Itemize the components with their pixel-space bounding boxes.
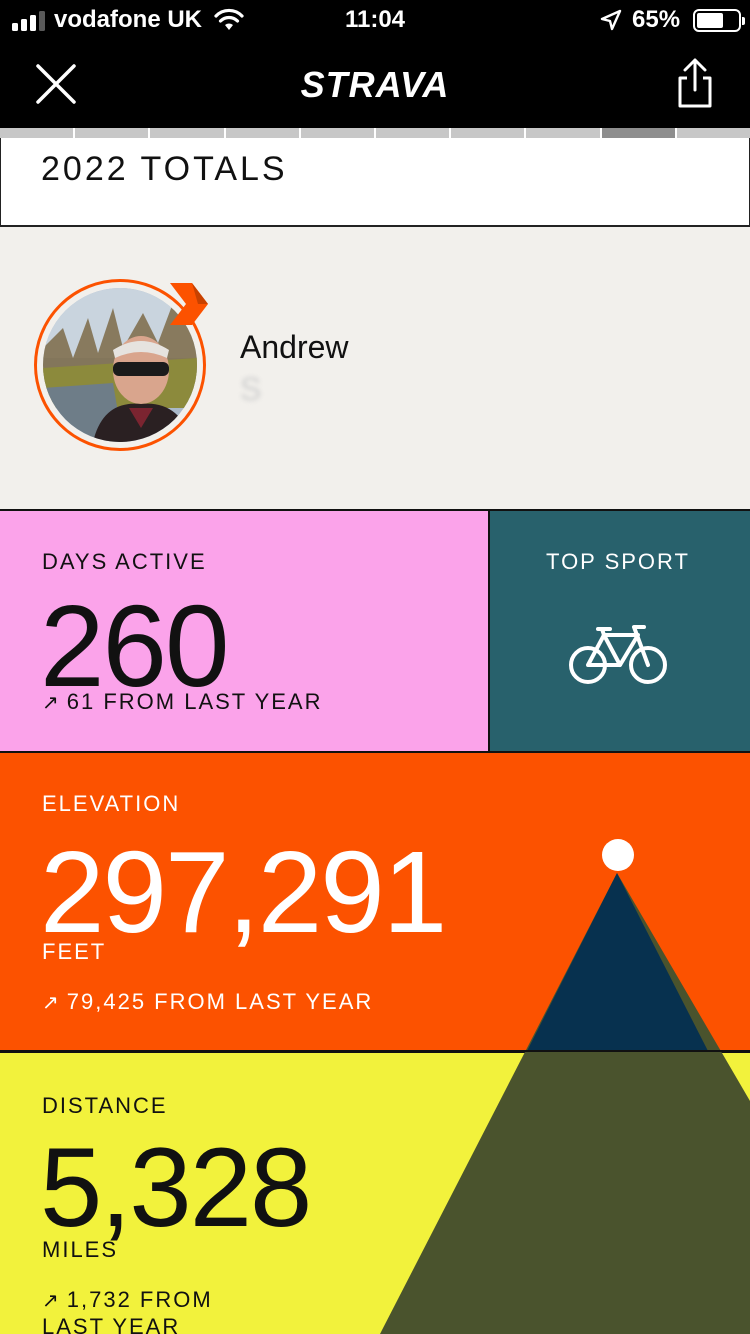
story-progress-segment: [150, 128, 224, 138]
profile-section: Andrew S: [0, 226, 750, 509]
distance-unit: MILES: [42, 1237, 119, 1262]
story-progress-bar: [0, 128, 750, 138]
story-progress-segment: [601, 128, 675, 138]
elevation-unit: FEET: [42, 939, 107, 964]
days-active-label: DAYS ACTIVE: [42, 549, 207, 574]
subscriber-badge-icon: [170, 283, 208, 325]
distance-label: DISTANCE: [42, 1093, 168, 1118]
elevation-tile: ELEVATION 297,291 FEET ↗ 79,425 FROM LAST…: [0, 751, 750, 1051]
athlete-first-name: Andrew: [240, 329, 349, 365]
strava-logo: STRAVA: [300, 64, 450, 105]
days-active-delta: ↗ 61 FROM LAST YEAR: [42, 689, 323, 714]
distance-tile: DISTANCE 5,328 MILES ↗ 1,732 FROM LAST YE…: [0, 1051, 750, 1334]
bicycle-icon: [569, 625, 667, 684]
story-progress-segment: [451, 128, 525, 138]
story-progress-segment: [376, 128, 450, 138]
distance-delta: ↗ 1,732 FROM LAST YEAR: [42, 1287, 213, 1334]
trend-up-arrow-icon: ↗: [42, 692, 61, 714]
battery-icon: [693, 9, 745, 32]
distance-value: 5,328: [40, 1125, 312, 1250]
elevation-delta: ↗ 79,425 FROM LAST YEAR: [42, 989, 374, 1014]
trend-up-arrow-icon: ↗: [42, 1290, 61, 1312]
location-arrow-icon: [600, 9, 622, 31]
battery-percent: 65%: [632, 6, 681, 33]
top-sport-tile: TOP SPORT: [490, 509, 750, 751]
totals-header-card: 2022 TOTALS: [0, 138, 750, 226]
story-progress-segment: [300, 128, 375, 138]
athlete-last-name-obscured: S: [240, 371, 262, 407]
story-progress-segment: [225, 128, 299, 138]
story-progress-segment: [526, 128, 600, 138]
top-sport-label: TOP SPORT: [546, 549, 690, 574]
share-icon[interactable]: [672, 56, 718, 110]
status-bar: vodafone UK 11:04 65%: [0, 0, 750, 40]
days-active-tile: DAYS ACTIVE 260 ↗ 61 FROM LAST YEAR: [0, 509, 490, 751]
story-progress-segment: [0, 128, 74, 138]
elevation-label: ELEVATION: [42, 791, 181, 816]
nav-bar: STRAVA: [0, 40, 750, 128]
page-title: 2022 TOTALS: [41, 150, 288, 188]
story-progress-segment: [75, 128, 149, 138]
story-progress-segment: [676, 128, 750, 138]
trend-up-arrow-icon: ↗: [42, 992, 61, 1014]
